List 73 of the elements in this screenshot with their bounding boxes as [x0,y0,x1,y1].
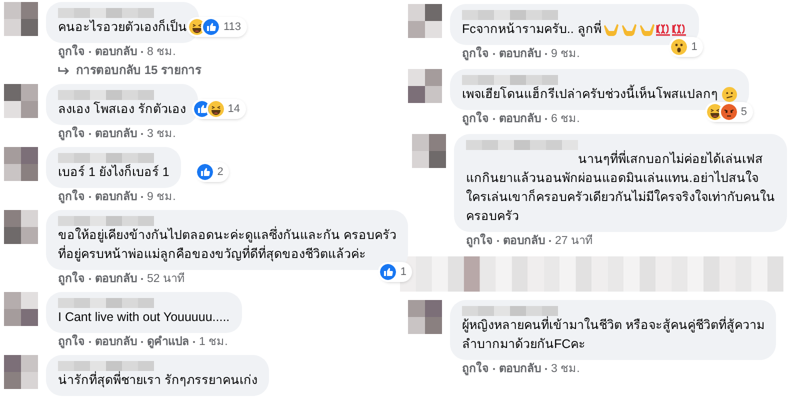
laughing-face-icon [706,104,723,120]
comment-action-link[interactable]: ถูกใจ [58,45,85,59]
like-icon [380,264,396,280]
reaction-count-pill[interactable]: 2 [197,162,230,182]
comment-time: 3 ชม. [551,362,580,376]
avatar [408,69,442,103]
comment-action-link[interactable]: ตอบกลับ [95,45,137,59]
avatar [408,4,442,38]
comment-action-link[interactable]: ตอบกลับ [95,127,137,141]
comment-action-link[interactable]: ถูกใจ [466,234,493,248]
comment-action-link[interactable]: ถูกใจ [462,362,489,376]
comment-action-link[interactable]: ตอบกลับ [503,234,545,248]
comment-time: 6 ชม. [551,112,580,126]
angry-face-icon [720,104,737,120]
view-replies-link[interactable]: การตอบกลับ 15 รายการ [58,63,202,78]
comment-text: ครอบครัว [466,208,519,225]
like-icon [203,19,220,35]
comment-action-link[interactable]: ตอบกลับ [95,272,137,286]
hundred-points-icon [655,22,672,36]
avatar [4,210,38,244]
avatar [4,2,38,36]
confused-face-icon [722,87,737,102]
like-icon [197,164,214,180]
comment-action-link[interactable]: ถูกใจ [462,112,489,126]
hundred-points-icon [671,22,688,36]
comment-action-link[interactable]: ตอบกลับ [95,190,137,204]
comment-action-link[interactable]: ถูกใจ [58,335,85,349]
comment-text: I Cant live with out Youuuuu..... [58,309,230,326]
comment-text: ใครเล่นเขาก็ครอบครัวเดียวกันไม่มีใครจริงใจเท่ากับคนใน [466,188,775,206]
avatar [4,292,38,326]
comment-action-link[interactable]: ตอบกลับ [499,112,541,126]
comment-time: 1 ชม. [199,335,228,349]
comment-text: Fcจากหน้ารามครับ.. ลูกพี่ [462,20,602,38]
comment-text: น่ารักที่สุดพี่ชายเรา รักๆภรรยาคนเก่ง [58,371,258,390]
comment-text: ลงเอง โพสเอง รักตัวเอง [58,100,186,118]
avatar [4,147,38,181]
comment-time: 9 ชม. [551,47,580,61]
avatar [412,134,446,168]
comment-action-link[interactable]: ตอบกลับ [499,47,541,61]
reply-arrow-icon [58,66,70,76]
reaction-count-pill[interactable]: 1 [380,262,412,282]
like-icon [194,101,210,117]
comment-action-link[interactable]: ถูกใจ [58,272,85,286]
comment-text: เบอร์ 1 ยังไงก็เบอร์ 1 [58,163,170,181]
reaction-count-pill[interactable]: 14 [194,99,246,119]
laughing-face-icon [189,19,206,35]
avatar [408,300,442,334]
comment-time: 9 ชม. [147,190,176,204]
comment-action-link[interactable]: ถูกใจ [58,127,85,141]
comment-text: ลำบากมาด้วยกันFCคะ [462,336,586,353]
reaction-count-pill[interactable]: 1 [671,37,704,57]
comment-action-link[interactable]: ตอบกลับ [95,335,137,349]
comment-text: นานๆที่พี่เสกบอกไม่ค่อยได้เล่นเฟส [577,150,763,168]
comment-text: คนอะไรอวยตัวเองก็เป็น [58,18,187,36]
comment-action-link[interactable]: ดูคำแปล [147,335,189,349]
avatar [4,355,38,389]
comment-action-link[interactable]: ถูกใจ [58,190,85,204]
comment-time: 3 ชม. [147,127,176,141]
comment-text: เพจเฮียโดนแฮ็กรีเปล่าครับช่วงนี้เห็นโพสแปลกๆ [462,85,718,104]
comment-text: ขอให้อยู่เคียงข้างกันไปตลอดนะค่ะดูแลซึ่งกันและกัน ครอบครัว [58,226,396,244]
comment-time: 8 ชม. [147,45,176,59]
comment-action-link[interactable]: ตอบกลับ [499,362,541,376]
comment-text: ผู้หญิงหลายคนที่เข้ามาในชีวิต หรือจะสู้คนคู่ชีวิตที่สู้ความ [462,316,764,334]
comment-text: แกกินยาแล้วนอนพักผ่อนแอดมินเล่นแทน.อย่าไปสนใจ [466,170,758,187]
comment-time: 52 นาที [147,272,185,286]
comment-time: 27 นาที [555,234,593,248]
surprised-face-icon [671,39,688,55]
comment-text: ที่อยู่ครบหน้าพ่อแม่ลูกคือของขวัญที่ดีที่สุดของชีวิตแล้วค่ะ [58,245,366,264]
reaction-count-pill[interactable]: 5 [706,102,753,122]
reaction-count-pill[interactable]: 113 [189,17,247,37]
avatar [4,84,38,118]
comment-action-link[interactable]: ถูกใจ [462,47,489,61]
laughing-face-icon [208,101,224,117]
